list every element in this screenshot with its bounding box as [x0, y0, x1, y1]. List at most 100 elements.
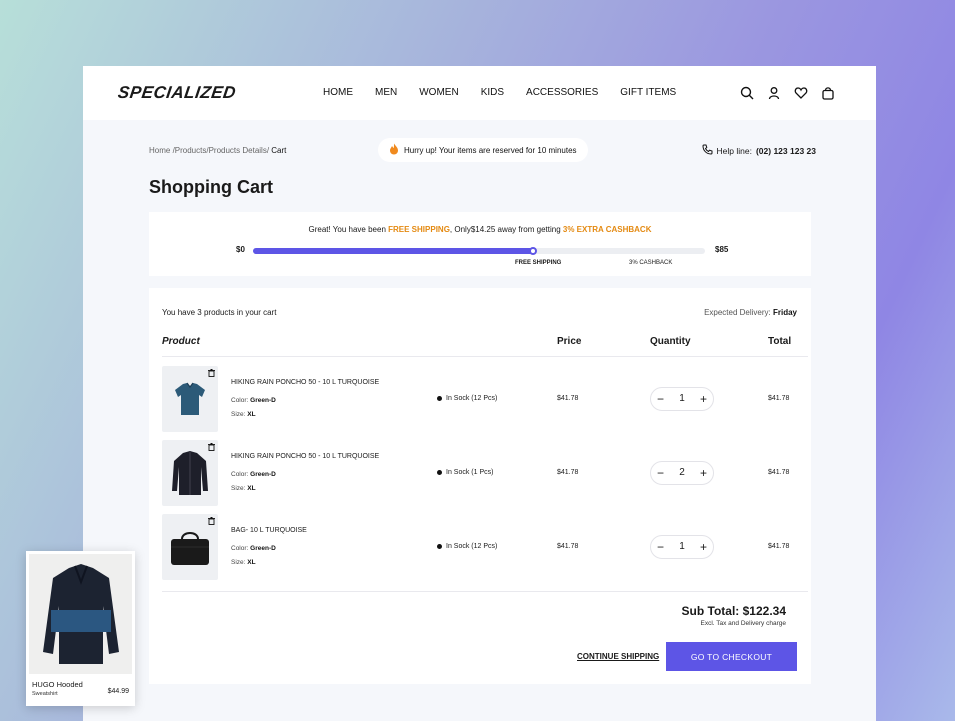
- shipping-progress-track: [253, 247, 705, 255]
- milestone-cashback: 3% CASHBACK: [629, 260, 673, 266]
- nav-women[interactable]: WOMEN: [419, 87, 458, 98]
- popup-product-price: $44.99: [107, 688, 129, 695]
- header-icons: [739, 85, 836, 101]
- line-total: $41.78: [768, 395, 790, 402]
- page-title: Shopping Cart: [149, 177, 273, 197]
- progress-max: $85: [715, 245, 729, 254]
- free-shipping-highlight: FREE SHIPPING: [388, 225, 450, 234]
- stock-dot-icon: [437, 396, 442, 401]
- breadcrumb-path[interactable]: Home /Products/Products Details/: [149, 146, 269, 155]
- help-phone[interactable]: (02) 123 123 23: [756, 146, 816, 156]
- recently-viewed-card[interactable]: HUGO Hooded Sweatshirt $44.99: [26, 551, 135, 706]
- cart-count: You have 3 products in your cart: [162, 308, 277, 317]
- help-label: Help line:: [716, 145, 752, 156]
- brand-logo[interactable]: SPECIALIZED: [117, 83, 238, 103]
- trash-icon[interactable]: [208, 517, 215, 527]
- unit-price: $41.78: [557, 543, 579, 550]
- quantity-value[interactable]: 1: [679, 394, 685, 404]
- shipping-prefix: Great! You have been: [308, 225, 389, 234]
- popup-product-sub: Sweatshirt: [32, 691, 58, 697]
- product-thumbnail[interactable]: [162, 514, 218, 580]
- quantity-value[interactable]: 2: [679, 468, 685, 478]
- fire-icon: [389, 143, 399, 157]
- shipping-progress-panel: Great! You have been FREE SHIPPING, Only…: [149, 212, 811, 276]
- breadcrumb-current: Cart: [269, 146, 287, 155]
- product-color: Color: Green-D: [231, 471, 276, 478]
- minus-icon[interactable]: −: [657, 393, 664, 405]
- stock-status: In Sock (1 Pcs): [437, 469, 493, 476]
- nav-kids[interactable]: KIDS: [481, 87, 504, 98]
- checkout-button[interactable]: GO TO CHECKOUT: [666, 642, 797, 671]
- shipping-progress-knob: [529, 247, 538, 255]
- progress-min: $0: [236, 245, 245, 254]
- bag-icon[interactable]: [820, 85, 836, 101]
- popup-product-name: HUGO Hooded: [32, 680, 83, 689]
- shipping-message: Great! You have been FREE SHIPPING, Only…: [149, 225, 811, 234]
- product-size: Size: XL: [231, 559, 256, 566]
- product-color: Color: Green-D: [231, 545, 276, 552]
- unit-price: $41.78: [557, 395, 579, 402]
- stock-dot-icon: [437, 544, 442, 549]
- summary-divider: [162, 591, 808, 592]
- quantity-stepper: − 1 +: [650, 387, 714, 411]
- polo-shirt-image: [175, 382, 205, 415]
- header-total: Total: [768, 336, 792, 347]
- jacket-image: [172, 451, 208, 495]
- milestone-free-shipping: FREE SHIPPING: [515, 260, 562, 266]
- cart-row: HIKING RAIN PONCHO 50 - 10 L TURQUOISE C…: [162, 366, 808, 432]
- shipping-progress-fill: [253, 248, 534, 254]
- breadcrumb: Home /Products/Products Details/ Cart: [149, 146, 286, 155]
- product-name[interactable]: HIKING RAIN PONCHO 50 - 10 L TURQUOISE: [231, 453, 379, 460]
- cashback-highlight: 3% EXTRA CASHBACK: [562, 225, 652, 234]
- product-name[interactable]: HIKING RAIN PONCHO 50 - 10 L TURQUOISE: [231, 379, 379, 386]
- stock-status: In Sock (12 Pcs): [437, 395, 497, 402]
- continue-shopping-link[interactable]: CONTINUE SHIPPING: [577, 652, 659, 661]
- quantity-stepper: − 2 +: [650, 461, 714, 485]
- main-nav: HOME MEN WOMEN KIDS ACCESSORIES GIFT ITE…: [323, 87, 698, 98]
- nav-home[interactable]: HOME: [323, 87, 353, 98]
- header-quantity: Quantity: [650, 336, 691, 347]
- quantity-value[interactable]: 1: [679, 542, 685, 552]
- minus-icon[interactable]: −: [657, 541, 664, 553]
- heart-icon[interactable]: [793, 85, 809, 101]
- product-name[interactable]: BAG- 10 L TURQUOISE: [231, 527, 307, 534]
- stock-status: In Sock (12 Pcs): [437, 543, 497, 550]
- plus-icon[interactable]: +: [700, 393, 707, 405]
- app-frame: SPECIALIZED HOME MEN WOMEN KIDS ACCESSOR…: [83, 66, 876, 721]
- reservation-text: Hurry up! Your items are reserved for 10…: [404, 145, 577, 155]
- subtotal-note: Excl. Tax and Delivery charge: [700, 620, 786, 627]
- minus-icon[interactable]: −: [657, 467, 664, 479]
- product-size: Size: XL: [231, 411, 256, 418]
- phone-icon: [702, 144, 713, 157]
- header: SPECIALIZED HOME MEN WOMEN KIDS ACCESSOR…: [83, 66, 876, 120]
- product-thumbnail[interactable]: [162, 440, 218, 506]
- cart-row: BAG- 10 L TURQUOISE Color: Green-D Size:…: [162, 514, 808, 580]
- header-price: Price: [557, 336, 582, 347]
- unit-price: $41.78: [557, 469, 579, 476]
- stock-dot-icon: [437, 470, 442, 475]
- delivery-label: Expected Delivery:: [704, 308, 773, 317]
- product-color: Color: Green-D: [231, 397, 276, 404]
- help-line: Help line: (02) 123 123 23: [702, 144, 816, 157]
- product-image: [29, 554, 132, 674]
- product-size: Size: XL: [231, 485, 256, 492]
- trash-icon[interactable]: [208, 443, 215, 453]
- shipping-middle: , Only$14.25 away from getting: [449, 225, 563, 234]
- expected-delivery: Expected Delivery: Friday: [704, 308, 797, 317]
- cart-panel: You have 3 products in your cart Expecte…: [149, 288, 811, 684]
- nav-men[interactable]: MEN: [375, 87, 397, 98]
- subtotal: Sub Total: $122.34: [681, 604, 786, 618]
- search-icon[interactable]: [739, 85, 755, 101]
- trash-icon[interactable]: [208, 369, 215, 379]
- plus-icon[interactable]: +: [700, 467, 707, 479]
- bag-image: [171, 532, 209, 565]
- product-thumbnail[interactable]: [162, 366, 218, 432]
- reservation-notice: Hurry up! Your items are reserved for 10…: [378, 138, 588, 162]
- delivery-day: Friday: [772, 308, 797, 317]
- line-total: $41.78: [768, 469, 790, 476]
- nav-accessories[interactable]: ACCESSORIES: [526, 87, 598, 98]
- plus-icon[interactable]: +: [700, 541, 707, 553]
- user-icon[interactable]: [766, 85, 782, 101]
- header-product: Product: [162, 336, 200, 347]
- nav-gift-items[interactable]: GIFT ITEMS: [620, 87, 676, 98]
